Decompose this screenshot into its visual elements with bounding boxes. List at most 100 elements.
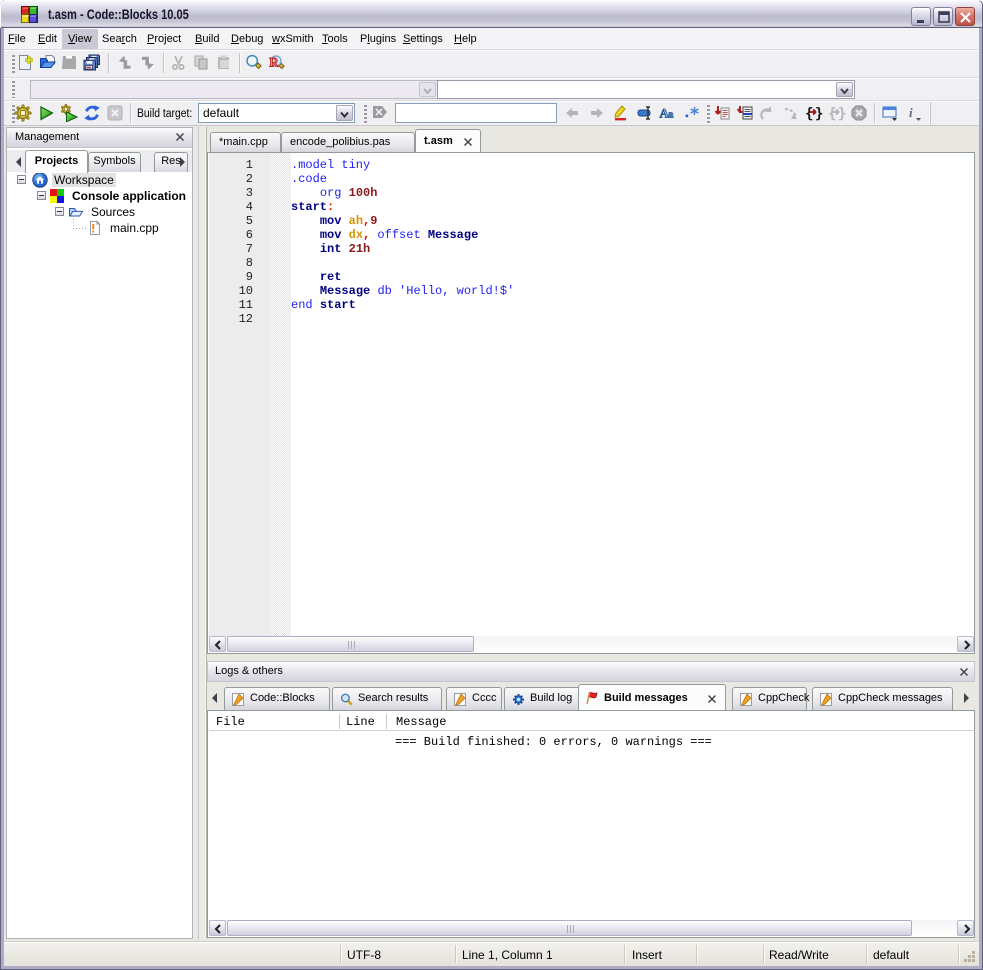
logs-scrollbar-thumb[interactable]	[227, 920, 912, 936]
logs-tab-cccc[interactable]: Cccc	[446, 687, 502, 710]
menu-edit[interactable]: Edit	[32, 29, 63, 49]
code-area[interactable]: .model tiny.code org 100hstart: mov ah,9…	[291, 153, 974, 636]
tree-expander-minus[interactable]	[37, 191, 46, 200]
management-tabs-scroll-right[interactable]	[176, 154, 189, 170]
management-tabs-scroll-left[interactable]	[12, 154, 25, 170]
insert-symbol-button[interactable]: i	[904, 104, 924, 124]
undo-button[interactable]	[114, 54, 134, 74]
tree-item-label[interactable]: Workspace	[52, 173, 116, 187]
rebuild-button[interactable]	[82, 104, 102, 124]
menu-wxsmith[interactable]: wxSmith	[266, 29, 320, 49]
editor-tab--main.cpp[interactable]: *main.cpp	[210, 132, 281, 152]
editor-tab-encode-polibius.pas[interactable]: encode_polibius.pas	[281, 132, 415, 152]
replace-button[interactable]: R	[266, 54, 286, 74]
compiler-errors-combobox[interactable]	[30, 80, 438, 99]
highlight-occurrences-button[interactable]	[611, 104, 631, 124]
column-separator[interactable]	[339, 714, 340, 729]
run-button[interactable]	[36, 104, 56, 124]
editor-scrollbar-thumb[interactable]	[227, 636, 474, 652]
editor-horizontal-scrollbar[interactable]	[209, 636, 973, 652]
tree-item-label[interactable]: Sources	[89, 205, 137, 219]
logs-tab-code-blocks[interactable]: Code::Blocks	[224, 687, 330, 710]
toolbar-grip[interactable]	[707, 105, 710, 123]
compiler-messages-dropdown[interactable]	[836, 82, 853, 97]
splitter-sash[interactable]	[198, 127, 207, 939]
search-next-button[interactable]	[587, 104, 607, 124]
compiler-errors-dropdown[interactable]	[419, 82, 436, 97]
cut-button[interactable]	[168, 54, 188, 74]
editor-scrollbar-left-arrow[interactable]	[209, 636, 226, 652]
tree-item-label[interactable]: main.cpp	[108, 221, 161, 235]
paste-button[interactable]	[214, 54, 234, 74]
build-and-run-button[interactable]	[59, 104, 79, 124]
regex-button[interactable]	[682, 104, 702, 124]
logs-horizontal-scrollbar[interactable]	[209, 920, 973, 936]
editor-scrollbar-right-arrow[interactable]	[957, 636, 974, 652]
build-target-combobox[interactable]: default	[198, 103, 355, 123]
menu-debug[interactable]: Debug	[225, 29, 269, 49]
logs-scrollbar-left-arrow[interactable]	[209, 920, 226, 936]
close-button[interactable]	[955, 7, 975, 26]
menu-build[interactable]: Build	[189, 29, 225, 49]
tree-expander-minus[interactable]	[17, 175, 26, 184]
match-case-button[interactable]: Aa	[658, 104, 678, 124]
class-browser-button[interactable]	[880, 104, 900, 124]
toolbar-grip[interactable]	[364, 105, 367, 123]
menu-plugins[interactable]: Plugins	[354, 29, 402, 49]
column-separator[interactable]	[386, 714, 387, 729]
goto-function-button[interactable]: {}	[804, 104, 824, 124]
compiler-messages-combobox[interactable]	[437, 80, 855, 99]
logs-tab-cppcheck[interactable]: CppCheck	[732, 687, 807, 710]
goto-implementation-button[interactable]	[735, 104, 755, 124]
management-tab-projects[interactable]: Projects	[25, 150, 88, 173]
menu-settings[interactable]: Settings	[397, 29, 449, 49]
abort-button[interactable]	[105, 104, 125, 124]
goto-declaration-button[interactable]	[712, 104, 732, 124]
column-header-file[interactable]: File	[216, 715, 245, 729]
menu-file[interactable]: File	[2, 29, 32, 49]
management-close-icon[interactable]	[174, 131, 187, 144]
editor[interactable]: 123456789101112 .model tiny.code org 100…	[207, 153, 975, 654]
clear-search-button[interactable]	[370, 103, 390, 123]
tree-item-label[interactable]: Console application	[70, 189, 188, 203]
incremental-search-input[interactable]	[395, 103, 557, 123]
logs-tab-search-results[interactable]: Search results	[332, 687, 442, 710]
selected-text-only-button[interactable]	[635, 104, 655, 124]
new-file-button[interactable]	[15, 54, 35, 74]
logs-tab-cppcheck-messages[interactable]: CppCheck messages	[812, 687, 953, 710]
logs-tab-build-messages[interactable]: Build messages	[578, 684, 726, 710]
logs-close-icon[interactable]	[958, 666, 971, 679]
logs-tab-build-log[interactable]: Build log	[504, 687, 585, 710]
find-button[interactable]	[243, 54, 263, 74]
build-button[interactable]	[13, 104, 33, 124]
search-prev-button[interactable]	[562, 104, 582, 124]
menu-search[interactable]: Search	[96, 29, 143, 49]
menu-view[interactable]: View	[62, 29, 98, 49]
save-all-button[interactable]	[81, 54, 101, 74]
goto-body-button[interactable]: {}	[827, 104, 847, 124]
tab-close-icon[interactable]	[706, 693, 718, 708]
redo-button[interactable]	[137, 54, 157, 74]
logs-scrollbar-right-arrow[interactable]	[957, 920, 974, 936]
abort-parser-button[interactable]	[849, 104, 869, 124]
logs-tabs-scroll-left[interactable]	[208, 690, 221, 706]
maximize-button[interactable]	[933, 7, 953, 26]
tab-close-icon[interactable]	[462, 136, 474, 151]
save-button[interactable]	[59, 54, 79, 74]
column-header-line[interactable]: Line	[346, 715, 375, 729]
toolbar-grip[interactable]	[12, 81, 15, 98]
goto-previous-function-button[interactable]	[757, 104, 777, 124]
menu-help[interactable]: Help	[448, 29, 483, 49]
menu-project[interactable]: Project	[141, 29, 187, 49]
editor-tab-t.asm[interactable]: t.asm	[415, 129, 481, 152]
management-tab-symbols[interactable]: Symbols	[88, 152, 141, 173]
tree-expander-minus[interactable]	[55, 207, 64, 216]
copy-button[interactable]	[191, 54, 211, 74]
goto-next-function-button[interactable]	[781, 104, 801, 124]
build-target-dropdown[interactable]	[336, 105, 353, 121]
logs-tabs-scroll-right[interactable]	[960, 690, 973, 706]
minimize-button[interactable]	[911, 7, 931, 26]
open-file-button[interactable]	[37, 54, 57, 74]
resize-grip-icon[interactable]	[963, 950, 976, 963]
menu-tools[interactable]: Tools	[316, 29, 354, 49]
